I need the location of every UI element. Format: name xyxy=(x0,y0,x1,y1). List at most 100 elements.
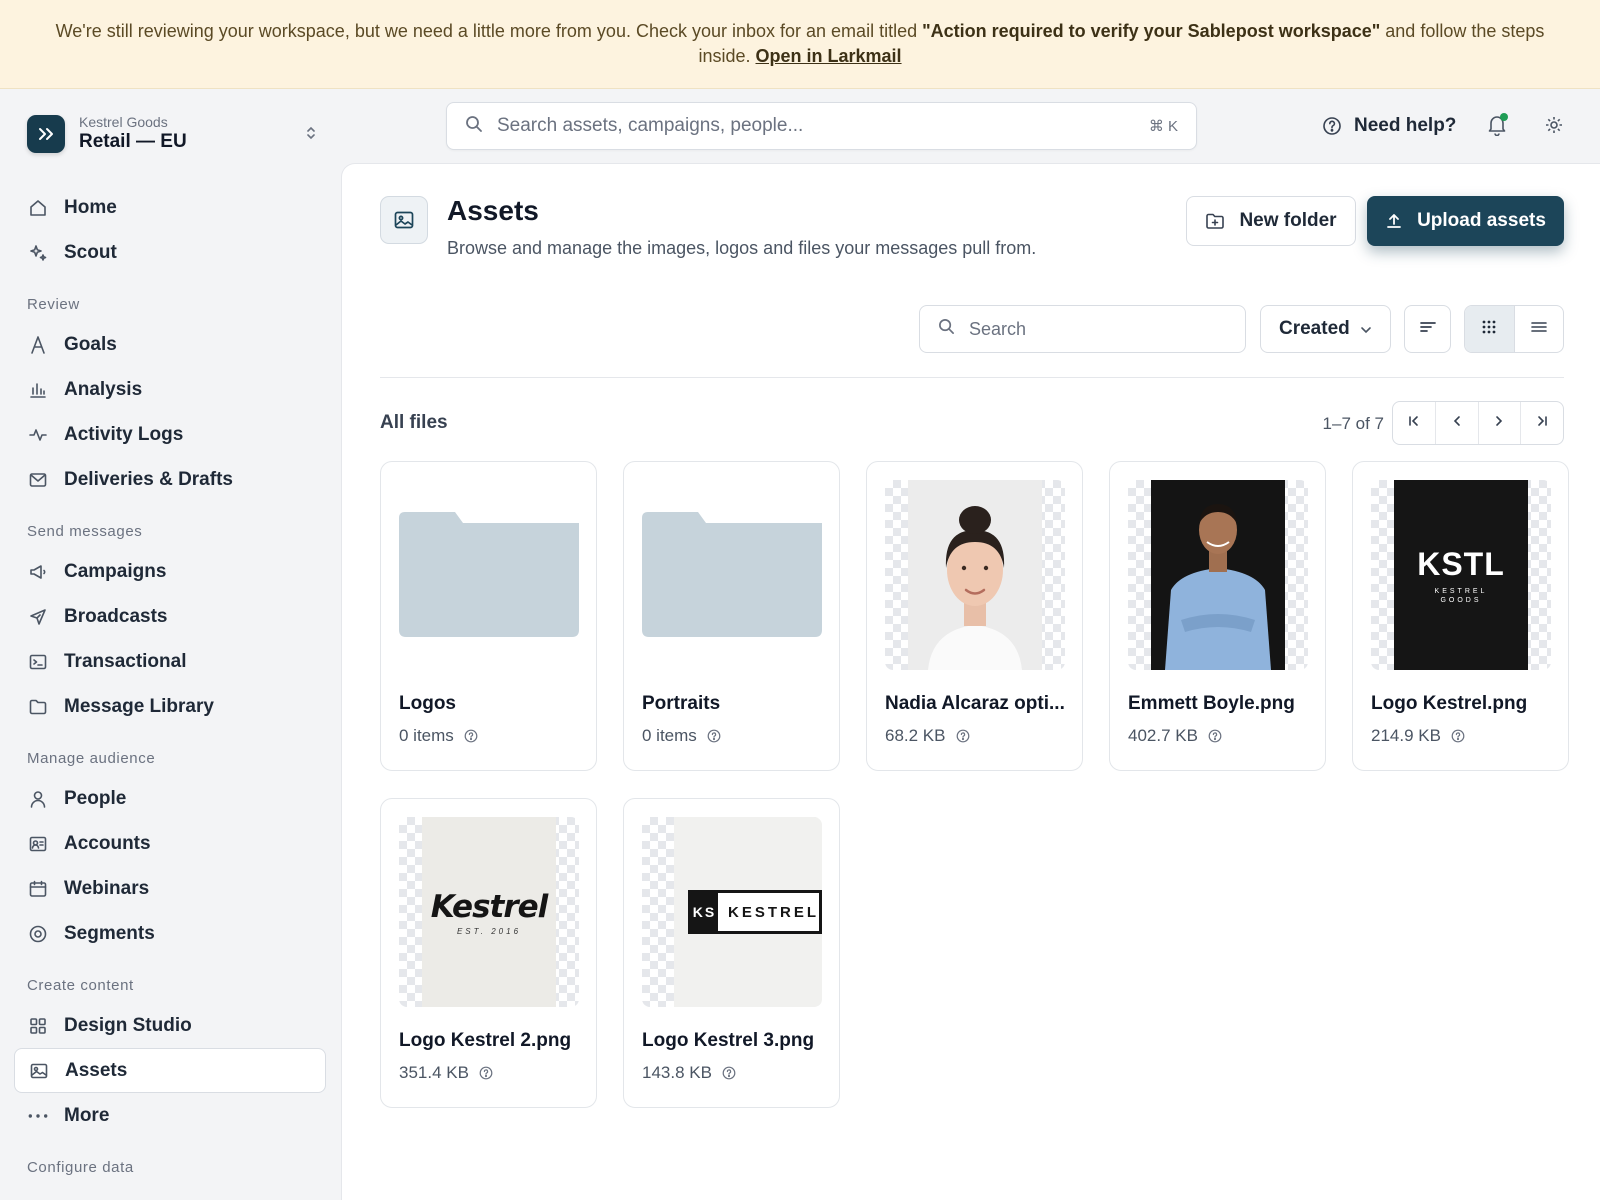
bar-chart-icon xyxy=(28,380,48,400)
file-card[interactable]: Nadia Alcaraz opti... 68.2 KB xyxy=(866,461,1083,771)
sidebar-section-title: Configure data xyxy=(27,1159,134,1176)
file-card[interactable]: KS KESTREL Logo Kestrel 3.png 143.8 KB xyxy=(623,798,840,1108)
sidebar-item-more[interactable]: More xyxy=(14,1093,326,1138)
sidebar-item-segments[interactable]: Segments xyxy=(14,911,326,956)
folder-card[interactable]: Logos 0 items xyxy=(380,461,597,771)
grid-view-button[interactable] xyxy=(1465,306,1515,352)
portrait-photo xyxy=(1151,480,1285,670)
file-meta: 351.4 KB xyxy=(399,1063,493,1083)
upload-assets-button[interactable]: Upload assets xyxy=(1367,196,1564,246)
sort-value: Created xyxy=(1279,318,1350,339)
verification-banner: We're still reviewing your workspace, bu… xyxy=(0,0,1600,89)
sidebar-item-label: Segments xyxy=(64,922,155,944)
calendar-icon xyxy=(28,879,48,899)
logo-dark-thumbnail: KSTL KESTREL GOODS xyxy=(1394,480,1528,670)
page-title: Assets xyxy=(447,195,539,226)
file-name: Emmett Boyle.png xyxy=(1128,693,1295,714)
file-card[interactable]: Emmett Boyle.png 402.7 KB xyxy=(1109,461,1326,771)
need-help-button[interactable]: Need help? xyxy=(1322,110,1456,142)
next-page-button[interactable] xyxy=(1479,402,1522,444)
file-card[interactable]: Kestrel EST. 2016 Logo Kestrel 2.png 351… xyxy=(380,798,597,1108)
sidebar-item-scout[interactable]: Scout xyxy=(14,230,326,275)
pagination-range: 1–7 of 7 xyxy=(1322,414,1384,433)
logo-kestrel-script-text: Kestrel xyxy=(430,888,549,925)
list-view-button[interactable] xyxy=(1515,306,1564,352)
info-icon[interactable] xyxy=(1451,729,1465,743)
settings-gear-icon[interactable] xyxy=(1541,112,1567,138)
sidebar-item-transactional[interactable]: Transactional xyxy=(14,639,326,684)
previous-page-button[interactable] xyxy=(1436,402,1479,444)
upload-assets-label: Upload assets xyxy=(1417,210,1546,231)
file-thumbnail: KSTL KESTREL GOODS xyxy=(1371,480,1551,670)
chevron-left-icon xyxy=(1452,414,1462,432)
sidebar-item-label: More xyxy=(64,1104,110,1126)
sidebar-item-campaigns[interactable]: Campaigns xyxy=(14,549,326,594)
sidebar-item-goals[interactable]: Goals xyxy=(14,322,326,367)
file-card[interactable]: KSTL KESTREL GOODS Logo Kestrel.png 214.… xyxy=(1352,461,1569,771)
sidebar-item-assets[interactable]: Assets xyxy=(14,1048,326,1093)
sidebar-item-message-library[interactable]: Message Library xyxy=(14,684,326,729)
sidebar-item-deliveries-drafts[interactable]: Deliveries & Drafts xyxy=(14,457,326,502)
grid-dots-icon xyxy=(1482,320,1496,339)
info-icon[interactable] xyxy=(722,1066,736,1080)
sidebar: Kestrel Goods Retail — EU Home Scout Revie… xyxy=(0,89,340,1200)
info-icon[interactable] xyxy=(1208,729,1222,743)
info-icon[interactable] xyxy=(479,1066,493,1080)
view-toggle xyxy=(1464,305,1564,353)
sort-select[interactable]: Created xyxy=(1260,305,1391,353)
first-page-button[interactable] xyxy=(1393,402,1436,444)
home-icon xyxy=(28,198,48,218)
folder-plus-icon xyxy=(1205,212,1225,230)
sidebar-item-broadcasts[interactable]: Broadcasts xyxy=(14,594,326,639)
sidebar-item-label: Message Library xyxy=(64,695,214,717)
sidebar-item-label: People xyxy=(64,787,127,809)
sidebar-item-analysis[interactable]: Analysis xyxy=(14,367,326,412)
file-meta: 68.2 KB xyxy=(885,726,970,746)
folder-thumbnail xyxy=(642,512,822,637)
person-icon xyxy=(28,789,48,809)
goal-icon xyxy=(28,335,48,355)
chevron-down-icon xyxy=(1360,318,1372,340)
image-icon xyxy=(380,196,428,244)
logo-kestrel-goods-text: KESTREL GOODS xyxy=(1434,587,1488,604)
grid-icon xyxy=(28,1016,48,1036)
sidebar-section-title: Manage audience xyxy=(27,750,156,767)
search-shortcut: ⌘ K xyxy=(1148,118,1178,135)
file-thumbnail: KS KESTREL xyxy=(642,817,822,1007)
file-name: Nadia Alcaraz opti... xyxy=(885,693,1065,714)
notifications-bell-icon[interactable] xyxy=(1484,112,1510,138)
sort-order-button[interactable] xyxy=(1404,305,1451,353)
sidebar-item-label: Home xyxy=(64,196,117,218)
sidebar-item-label: Goals xyxy=(64,333,117,355)
sidebar-item-accounts[interactable]: Accounts xyxy=(14,821,326,866)
sidebar-item-label: Transactional xyxy=(64,650,187,672)
open-in-larkmail-link[interactable]: Open in Larkmail xyxy=(756,46,902,66)
global-search-input[interactable]: Search assets, campaigns, people... ⌘ K xyxy=(446,102,1197,150)
folder-icon xyxy=(399,480,579,670)
new-folder-button[interactable]: New folder xyxy=(1186,196,1356,246)
assets-search-input[interactable]: Search xyxy=(919,305,1246,353)
sidebar-item-webinars[interactable]: Webinars xyxy=(14,866,326,911)
sidebar-item-activity-logs[interactable]: Activity Logs xyxy=(14,412,326,457)
send-icon xyxy=(28,607,48,627)
info-icon[interactable] xyxy=(464,729,478,743)
file-meta: 0 items xyxy=(642,726,721,746)
workspace-switcher[interactable]: Kestrel Goods Retail — EU xyxy=(27,113,317,155)
sidebar-item-design-studio[interactable]: Design Studio xyxy=(14,1003,326,1048)
folder-thumbnail xyxy=(399,512,579,637)
assets-search-placeholder: Search xyxy=(969,318,1027,339)
folder-card[interactable]: Portraits 0 items xyxy=(623,461,840,771)
sidebar-section-title: Send messages xyxy=(27,523,143,540)
sidebar-section-title: Create content xyxy=(27,977,134,994)
folder-icon xyxy=(642,480,822,670)
info-icon[interactable] xyxy=(956,729,970,743)
new-folder-label: New folder xyxy=(1239,210,1337,231)
file-size: 214.9 KB xyxy=(1371,726,1441,745)
page-subtitle: Browse and manage the images, logos and … xyxy=(447,238,1037,258)
last-page-button[interactable] xyxy=(1521,402,1563,444)
file-thumbnail xyxy=(1128,480,1308,670)
banner-email-title: "Action required to verify your Sablepos… xyxy=(922,21,1381,41)
sidebar-item-home[interactable]: Home xyxy=(14,185,326,230)
info-icon[interactable] xyxy=(707,729,721,743)
sidebar-item-people[interactable]: People xyxy=(14,776,326,821)
